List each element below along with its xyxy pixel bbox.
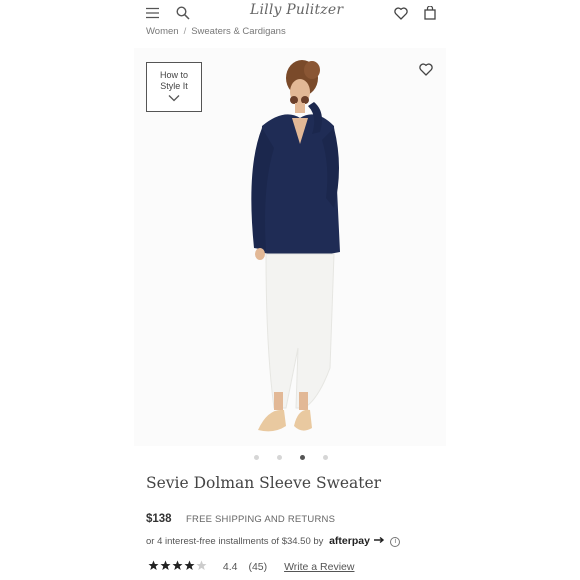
rating-value: 4.4 bbox=[222, 561, 238, 573]
shopping-bag-icon[interactable] bbox=[424, 6, 436, 20]
afterpay-logo: afterpay bbox=[329, 535, 370, 547]
product-title: Sevie Dolman Sleeve Sweater bbox=[146, 474, 382, 492]
product-page: Lilly Pulitzer Women / Sweaters & Cardigan… bbox=[134, 0, 446, 580]
carousel-dot[interactable] bbox=[323, 455, 328, 460]
installments-text: or 4 interest-free installments of $34.5… bbox=[146, 536, 324, 547]
info-icon[interactable]: i bbox=[390, 537, 401, 547]
brand-logo[interactable]: Lilly Pulitzer bbox=[250, 2, 343, 18]
star-icon bbox=[148, 560, 159, 570]
price-row: $138 FREE SHIPPING AND RETURNS bbox=[146, 509, 335, 527]
carousel-dots bbox=[134, 454, 446, 462]
breadcrumb-item-sweaters[interactable]: Sweaters & Cardigans bbox=[191, 26, 286, 37]
add-to-wishlist-heart-icon[interactable] bbox=[419, 63, 433, 81]
star-icon bbox=[172, 560, 183, 570]
breadcrumb-item-women[interactable]: Women bbox=[146, 26, 179, 37]
shipping-note: FREE SHIPPING AND RETURNS bbox=[186, 514, 336, 525]
star-icon bbox=[160, 560, 171, 570]
afterpay-row: or 4 interest-free installments of $34.5… bbox=[146, 535, 401, 547]
star-rating bbox=[148, 560, 210, 574]
product-price: $138 bbox=[146, 513, 172, 525]
carousel-dot[interactable] bbox=[277, 455, 282, 460]
breadcrumb: Women / Sweaters & Cardigans bbox=[146, 26, 286, 37]
how-to-style-it-button[interactable]: How to Style It bbox=[146, 62, 202, 112]
site-header: Lilly Pulitzer bbox=[134, 0, 446, 28]
star-icon bbox=[184, 560, 195, 570]
menu-icon[interactable] bbox=[146, 7, 159, 19]
write-review-link[interactable]: Write a Review bbox=[284, 561, 354, 573]
star-icon bbox=[196, 560, 207, 570]
rating-row: 4.4 (45) Write a Review bbox=[148, 560, 354, 574]
product-image-carousel[interactable]: How to Style It bbox=[134, 48, 446, 446]
chevron-down-icon bbox=[168, 95, 180, 102]
wishlist-heart-icon[interactable] bbox=[394, 7, 408, 20]
afterpay-arrows-icon bbox=[373, 536, 384, 544]
style-button-line1: How to bbox=[159, 70, 188, 80]
style-button-line2: Style It bbox=[160, 81, 188, 91]
breadcrumb-separator: / bbox=[183, 26, 187, 37]
carousel-dot-active[interactable] bbox=[300, 455, 305, 460]
review-count[interactable]: (45) bbox=[248, 561, 267, 573]
carousel-dot[interactable] bbox=[254, 455, 259, 460]
search-icon[interactable] bbox=[176, 6, 190, 20]
